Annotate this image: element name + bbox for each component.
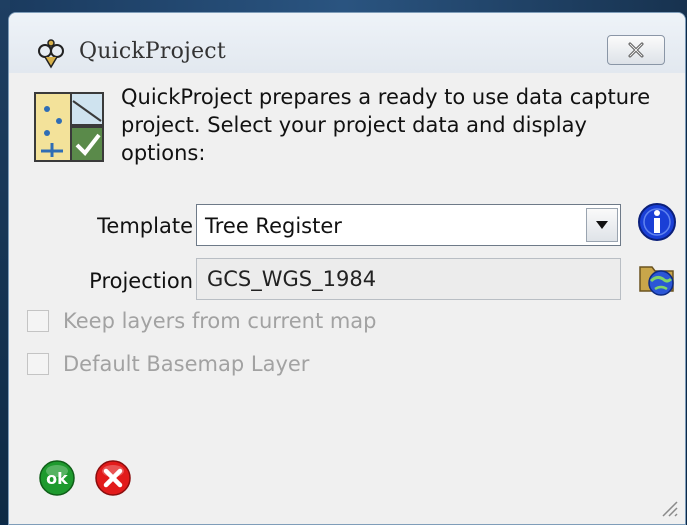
chevron-down-icon (596, 221, 608, 229)
window-title: QuickProject (79, 39, 226, 64)
projection-field[interactable]: GCS_WGS_1984 (196, 258, 621, 300)
projection-globe-icon[interactable] (637, 257, 677, 297)
quickproject-dialog: QuickProject QuickProject prepares a rea… (8, 12, 686, 525)
quickproject-icon (34, 92, 104, 162)
dialog-body: QuickProject prepares a ready to use dat… (9, 73, 685, 524)
close-icon (628, 42, 644, 58)
template-dropdown[interactable]: Tree Register (196, 204, 621, 246)
title-bar[interactable]: QuickProject (9, 13, 685, 73)
template-label: Template (97, 214, 193, 238)
resize-grip-icon[interactable] (657, 496, 679, 518)
projection-label: Projection (89, 269, 193, 293)
dropdown-button[interactable] (586, 208, 618, 242)
info-icon[interactable] (637, 202, 677, 242)
dialog-description: QuickProject prepares a ready to use dat… (121, 85, 651, 165)
keep-layers-option[interactable]: Keep layers from current map (27, 306, 377, 336)
projection-value: GCS_WGS_1984 (207, 267, 377, 291)
app-icon (38, 39, 64, 69)
ok-button[interactable]: ok (39, 460, 75, 496)
template-selected-value: Tree Register (205, 214, 342, 238)
default-basemap-option[interactable]: Default Basemap Layer (27, 349, 309, 379)
default-basemap-checkbox[interactable] (27, 353, 49, 375)
close-button[interactable] (607, 35, 665, 65)
keep-layers-checkbox[interactable] (27, 310, 49, 332)
default-basemap-label: Default Basemap Layer (63, 352, 310, 376)
ok-label: ok (46, 469, 68, 488)
keep-layers-label: Keep layers from current map (63, 309, 377, 333)
cancel-button[interactable] (95, 460, 131, 496)
